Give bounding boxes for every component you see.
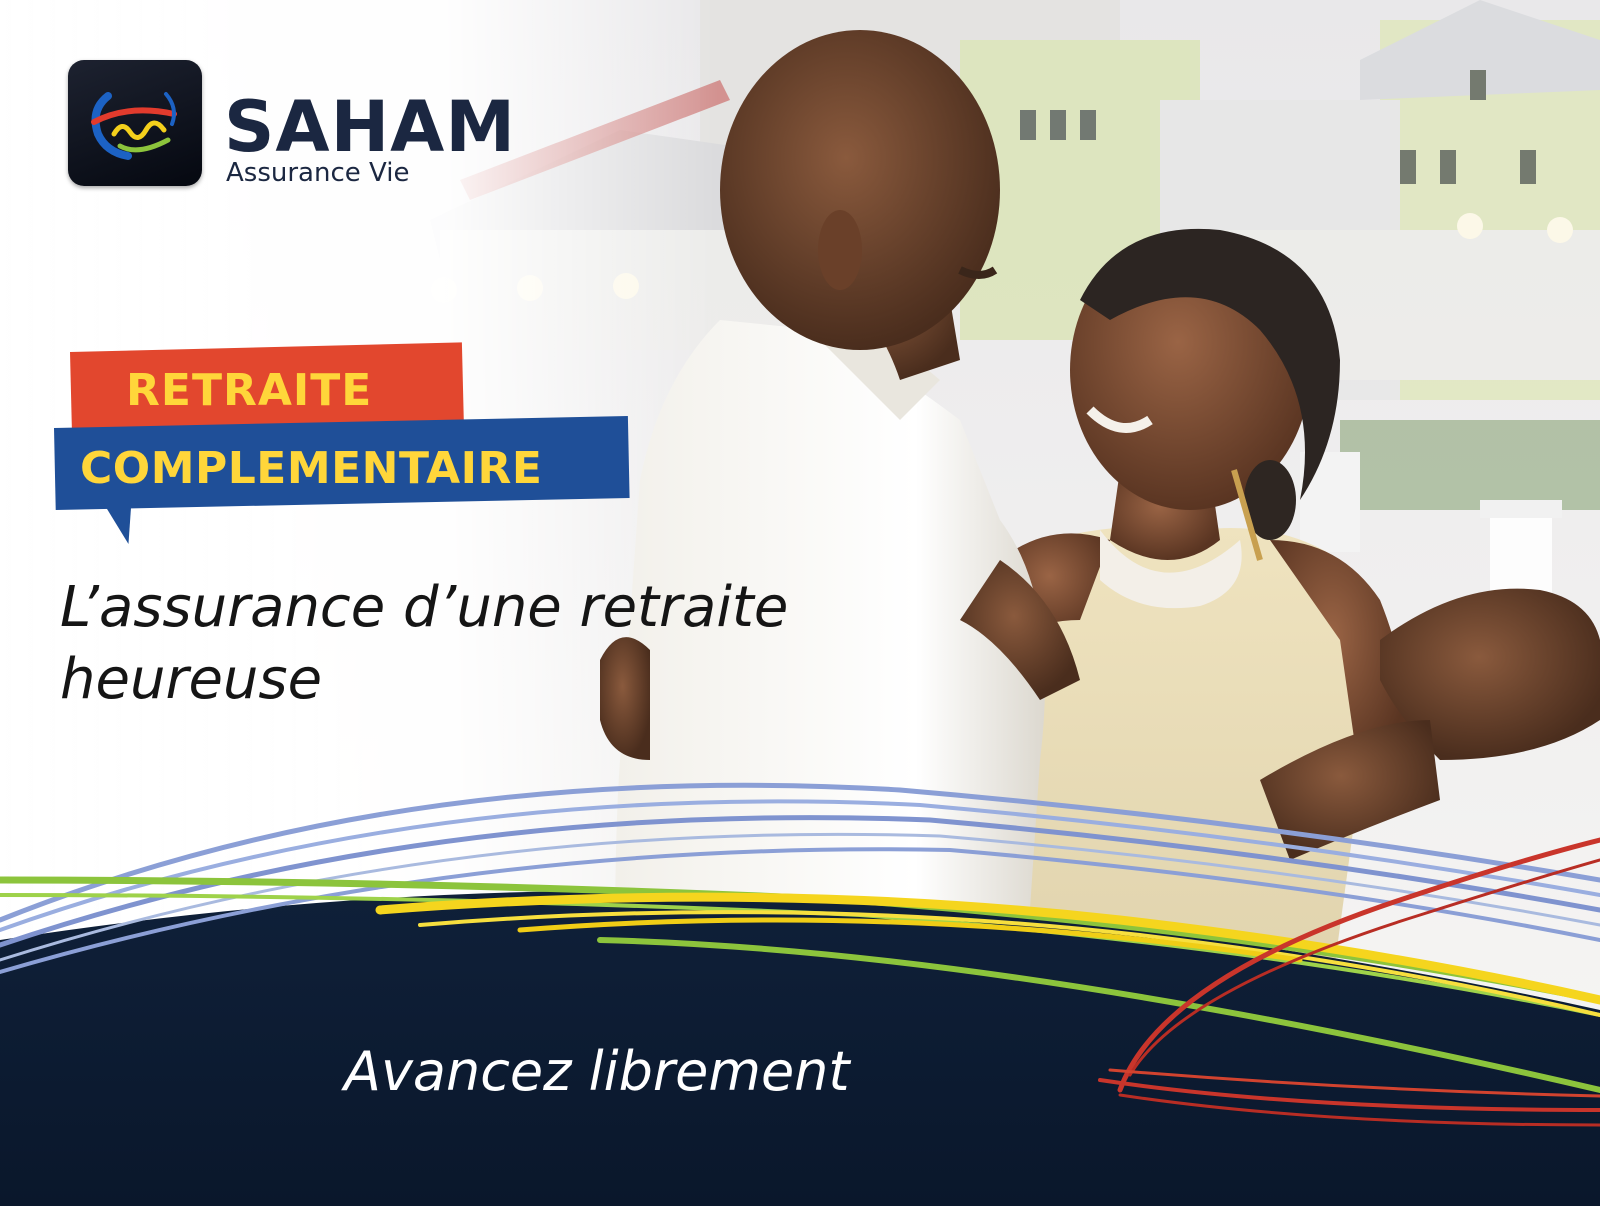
- headline-line-1: L’assurance d’une retraite: [60, 575, 789, 640]
- slogan: Avancez librement: [344, 1040, 850, 1103]
- headline-line-2: heureuse: [60, 647, 323, 712]
- advertisement-banner: SAHAM Assurance Vie RETRAITE COMPLEMENTA…: [0, 0, 1600, 1206]
- brand-subtitle: Assurance Vie: [226, 158, 410, 188]
- brand-name: SAHAM: [224, 86, 517, 168]
- headline: L’assurance d’une retraite heureuse: [60, 572, 860, 716]
- retraite-tag-label: RETRAITE: [126, 365, 373, 416]
- saham-logo-icon: [68, 60, 202, 186]
- speech-bubble-tail: [98, 500, 132, 544]
- complementaire-tag-label: COMPLEMENTAIRE: [80, 443, 543, 494]
